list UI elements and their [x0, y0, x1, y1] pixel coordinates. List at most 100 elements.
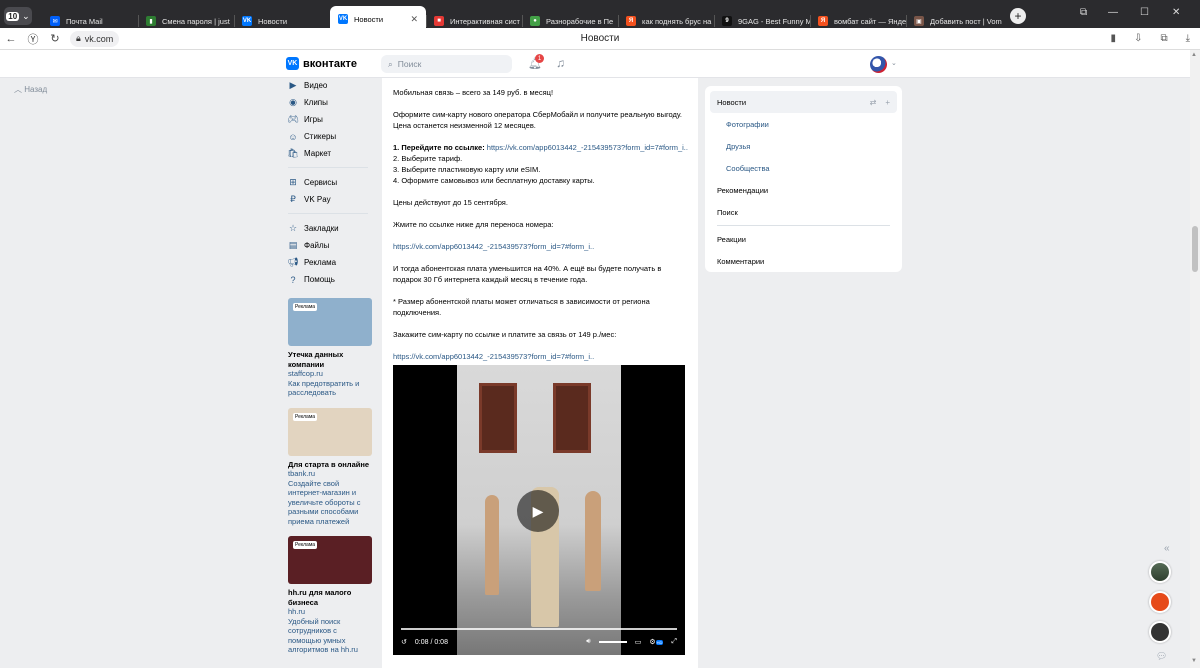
vk-logo-icon: VK: [286, 57, 299, 70]
volume-slider[interactable]: [598, 641, 627, 643]
video-progress-bar[interactable]: [401, 628, 677, 630]
back-link[interactable]: ︿ Назад: [14, 84, 47, 95]
menu-item-label: VK Pay: [304, 195, 331, 204]
chat-bubble[interactable]: [1149, 591, 1171, 613]
ad-block[interactable]: Реклама Утечка данных компании staffcop.…: [288, 298, 372, 398]
page-scrollbar[interactable]: ▲ ▼: [1190, 50, 1200, 668]
tab-favicon-icon: ✉: [50, 16, 60, 26]
add-icon[interactable]: +: [885, 98, 890, 107]
ad-block[interactable]: Реклама hh.ru для малого бизнеса hh.ru У…: [288, 536, 372, 655]
hd-badge: HD: [655, 640, 664, 645]
play-button[interactable]: ▶: [517, 490, 559, 532]
tab-label: Новости: [354, 14, 384, 24]
tab-favicon-icon: 9: [722, 16, 732, 26]
avatar[interactable]: [870, 56, 887, 73]
ad-domain[interactable]: tbank.ru: [288, 469, 372, 479]
menu-item-clips[interactable]: ◉ Клипы: [288, 94, 378, 111]
tab-label: Добавить пост | Vom: [930, 16, 1002, 26]
fullscreen-icon[interactable]: ⤢: [671, 638, 677, 646]
search-placeholder: Поиск: [397, 59, 422, 69]
scroll-up-icon[interactable]: ▲: [1191, 52, 1197, 58]
menu-item-services[interactable]: ⊞ Сервисы: [288, 174, 378, 191]
music-icon[interactable]: ♫: [556, 56, 565, 70]
post-note: * Размер абонентской платы может отличат…: [393, 296, 689, 318]
menu-item-stickers[interactable]: ☺ Стикеры: [288, 128, 378, 145]
ad-tag: Реклама: [293, 303, 318, 311]
menu-item-bookmarks[interactable]: ☆ Закладки: [288, 220, 378, 237]
settings-icon[interactable]: ⚙HD: [649, 638, 664, 646]
volume-icon[interactable]: 🔊︎: [586, 638, 590, 646]
extensions-icon[interactable]: ⧉: [1160, 33, 1167, 44]
news-filter-panel: Новости ⇄ + Фотографии Друзья Сообщества Р…: [705, 86, 902, 272]
maximize-icon[interactable]: ☐: [1140, 7, 1149, 18]
ad-title[interactable]: Для старта в онлайне: [288, 460, 372, 470]
chevron-down-icon: ⌄: [22, 10, 30, 21]
miniplayer-icon[interactable]: ▭: [635, 638, 642, 646]
ad-domain[interactable]: hh.ru: [288, 607, 372, 617]
ad-image[interactable]: Реклама: [288, 298, 372, 346]
filter-item-0[interactable]: Рекомендации: [710, 179, 897, 201]
filter-settings-icon[interactable]: ⇄: [870, 98, 877, 107]
bookmark-icon[interactable]: ▮: [1111, 33, 1117, 44]
vk-logo[interactable]: VK вконтакте: [286, 57, 357, 70]
ad-description[interactable]: Создайте свой интернет-магазин и увеличь…: [288, 479, 372, 527]
download-icon[interactable]: ⤓: [1186, 33, 1190, 44]
ad-description[interactable]: Удобный поиск сотрудников с помощью умны…: [288, 617, 372, 655]
menu-item-video[interactable]: ▶ Видео: [288, 77, 378, 94]
ad-image[interactable]: Реклама: [288, 407, 372, 456]
ad-image[interactable]: Реклама: [288, 536, 372, 584]
chat-bubble[interactable]: [1149, 621, 1171, 643]
url-field[interactable]: 🔒︎ vk.com: [70, 30, 120, 47]
chat-icon[interactable]: 💬︎: [1156, 651, 1167, 662]
tab-counter-button[interactable]: 10 ⌄: [4, 7, 32, 25]
ad-title[interactable]: Утечка данных компании: [288, 350, 372, 369]
filter-sub-1[interactable]: Друзья: [710, 135, 897, 157]
menu-item-label: Закладки: [304, 224, 339, 233]
menu-item-games[interactable]: 🎮︎ Игры: [287, 111, 378, 128]
filter-item2-0[interactable]: Реакции: [710, 228, 897, 250]
tab-favicon-icon: ▣: [914, 16, 924, 26]
scroll-down-icon[interactable]: ▼: [1191, 658, 1197, 664]
search-icon: ⌕: [388, 58, 393, 69]
url-text: vk.com: [84, 33, 114, 44]
search-input[interactable]: ⌕ Поиск: [381, 55, 512, 73]
filter-sub-2[interactable]: Сообщества: [710, 157, 897, 179]
chevron-down-icon[interactable]: ⌄: [891, 59, 897, 67]
post-paragraph: Цены действуют до 15 сентября.: [393, 198, 508, 207]
post-paragraph: Оформите сим-карту нового оператора Сбер…: [393, 109, 689, 131]
minimize-icon[interactable]: —: [1108, 7, 1118, 18]
tab-favicon-icon: Я: [818, 16, 828, 26]
video-player[interactable]: ▶ ↺ 0:08 / 0:08 🔊︎ ▭ ⚙HD ⤢: [393, 365, 685, 655]
ad-domain[interactable]: staffcop.ru: [288, 369, 372, 379]
close-tab-icon[interactable]: ✕: [410, 14, 418, 25]
ad-block[interactable]: Реклама Для старта в онлайне tbank.ru Со…: [288, 407, 372, 527]
scroll-thumb[interactable]: [1192, 226, 1198, 272]
chat-bubble[interactable]: [1149, 561, 1171, 583]
back-arrow-icon[interactable]: ←: [0, 33, 22, 45]
close-window-icon[interactable]: ✕: [1172, 7, 1180, 18]
filter-item2-1[interactable]: Комментарии: [710, 250, 897, 272]
post-link[interactable]: https://vk.com/app6013442_-215439573?for…: [393, 352, 594, 361]
new-tab-button[interactable]: +: [1010, 8, 1026, 24]
menu-item-ads[interactable]: 📢︎ Реклама: [287, 254, 378, 271]
notifications-button[interactable]: 🔔︎ 1: [528, 54, 544, 70]
menu-item-help[interactable]: ? Помощь: [288, 271, 378, 288]
menu-item-market[interactable]: 🛍︎ Маркет: [287, 145, 378, 162]
post-line: * Размер абонентской платы может отличат…: [393, 297, 650, 306]
post-link[interactable]: https://vk.com/app6013442_-215439573?for…: [487, 143, 688, 152]
tab-list-icon[interactable]: ⧉: [1080, 7, 1087, 18]
ad-title[interactable]: hh.ru для малого бизнеса: [288, 588, 372, 607]
filter-sub-0[interactable]: Фотографии: [710, 113, 897, 135]
menu-item-vkpay[interactable]: ₽ VK Pay: [288, 191, 378, 208]
reload-icon[interactable]: ↻: [44, 32, 66, 45]
collapse-chats-icon[interactable]: «: [1164, 543, 1170, 554]
replay-icon[interactable]: ↺: [401, 638, 407, 646]
yandex-icon[interactable]: Ⓨ: [22, 31, 44, 47]
post-link[interactable]: https://vk.com/app6013442_-215439573?for…: [393, 242, 594, 251]
ad-description[interactable]: Как предотвратить и расследовать: [288, 379, 372, 398]
filter-news[interactable]: Новости ⇄ +: [710, 91, 897, 113]
downloads-icon[interactable]: ⇩: [1134, 33, 1142, 44]
filter-item-1[interactable]: Поиск: [710, 201, 897, 223]
menu-item-label: Стикеры: [304, 132, 337, 141]
menu-item-files[interactable]: ▤ Файлы: [288, 237, 378, 254]
